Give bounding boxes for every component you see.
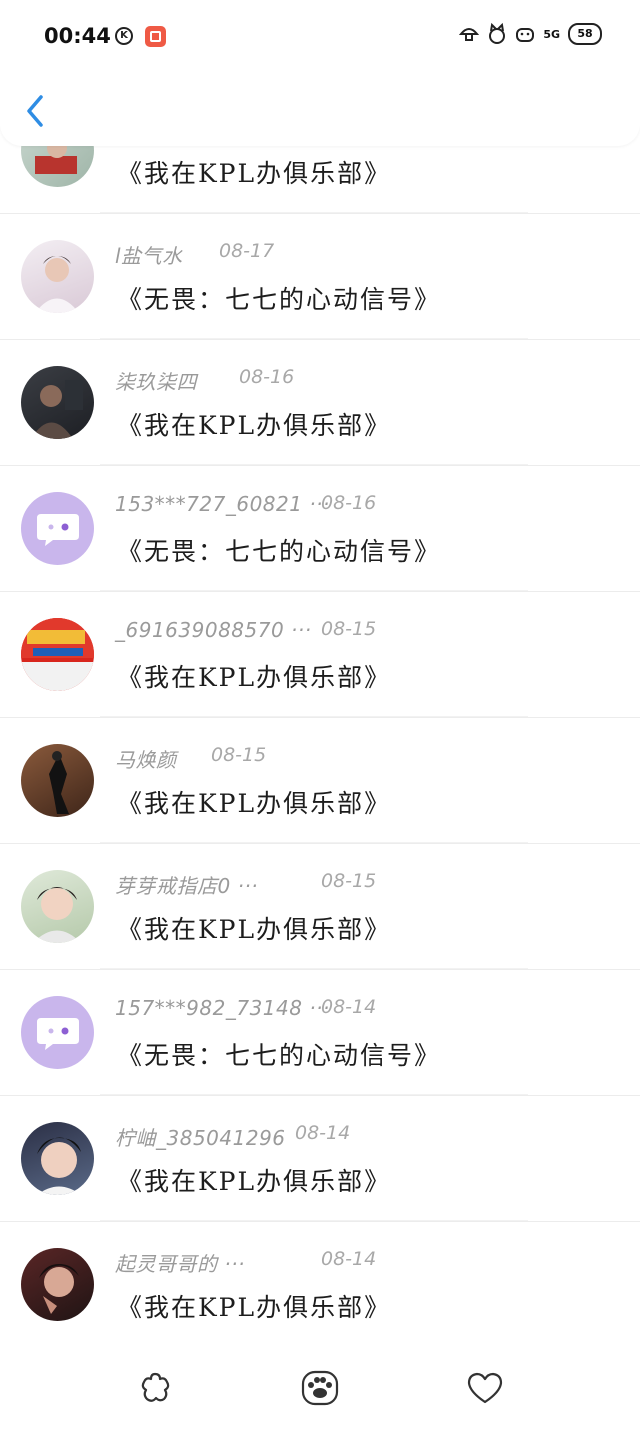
list-item[interactable]: _691639088570 ··· 08-15 《我在KPL办俱乐部》 (0, 592, 640, 718)
row-author: l盐气水 (115, 244, 183, 268)
row-date: 08-14 (321, 1248, 377, 1270)
row-author: 157***982_73148 ··· (115, 996, 330, 1020)
bottom-nav (0, 1346, 640, 1429)
chevron-left-icon (27, 95, 43, 127)
app-notification-icon (145, 26, 166, 47)
row-title: 《我在KPL办俱乐部》 (117, 1293, 392, 1322)
row-author: _691639088570 ··· (115, 618, 312, 642)
row-author: 柒玖柒四 (115, 370, 197, 394)
list-item[interactable]: 157***982_73148 ··· 08-14 《无畏：七七的心动信号》 (0, 970, 640, 1096)
default-avatar (21, 996, 94, 1069)
row-title: 《无畏：七七的心动信号》 (117, 1041, 442, 1070)
back-button[interactable] (20, 92, 50, 130)
list-item[interactable]: 柠岫_385041296 08-14 《我在KPL办俱乐部》 (0, 1096, 640, 1222)
row-meta: l盐气水 08-17 (115, 240, 555, 270)
row-meta: 153***727_60821 ··· 08-16 (115, 492, 555, 522)
avatar (21, 870, 94, 943)
flower-icon (141, 1372, 169, 1402)
nav-heart[interactable] (465, 1368, 505, 1408)
row-title: 《我在KPL办俱乐部》 (117, 789, 392, 818)
row-title: 《我在KPL办俱乐部》 (117, 411, 392, 440)
default-avatar (21, 492, 94, 565)
paw-icon (301, 1370, 339, 1405)
list-item[interactable]: 马焕颜 08-15 《我在KPL办俱乐部》 (0, 718, 640, 844)
top-header: 00:44 K 5G 58 (0, 0, 640, 146)
avatar (21, 366, 94, 439)
battery-indicator: 58 (568, 23, 602, 45)
row-author: 153***727_60821 ··· (115, 492, 330, 516)
chat-bubble-icon (36, 513, 79, 546)
status-time: 00:44 (44, 24, 111, 48)
system-icons: 5G 58 (459, 22, 602, 46)
avatar (21, 618, 94, 691)
row-title: 《无畏：七七的心动信号》 (117, 285, 442, 314)
mushroom-icon (459, 22, 480, 46)
row-title: 《无畏：七七的心动信号》 (117, 537, 442, 566)
list-item[interactable]: 柒玖柒四 08-16 《我在KPL办俱乐部》 (0, 340, 640, 466)
row-date: 08-15 (321, 618, 377, 640)
row-author: 芽芽戒指店0 ··· (115, 874, 259, 898)
nav-paw[interactable] (300, 1368, 340, 1408)
row-date: 08-15 (211, 744, 267, 766)
row-meta: 芽芽戒指店0 ··· 08-15 (115, 870, 555, 900)
row-date: 08-16 (239, 366, 295, 388)
row-title: 《我在KPL办俱乐部》 (117, 915, 392, 944)
row-date: 08-14 (295, 1122, 351, 1144)
row-date: 08-17 (219, 240, 275, 262)
avatar (21, 744, 94, 817)
avatar (21, 1122, 94, 1195)
row-meta: 柠岫_385041296 08-14 (115, 1122, 555, 1152)
k-app-icon: K (115, 27, 133, 45)
status-bar: 00:44 K 5G 58 (0, 0, 640, 74)
row-author: 马焕颜 (115, 748, 177, 772)
row-date: 08-14 (321, 996, 377, 1018)
list-item[interactable]: 芽芽戒指店0 ··· 08-15 《我在KPL办俱乐部》 (0, 844, 640, 970)
list-item[interactable]: l盐气水 08-17 《无畏：七七的心动信号》 (0, 214, 640, 340)
row-date: 08-16 (321, 492, 377, 514)
row-title: 《我在KPL办俱乐部》 (117, 159, 392, 188)
nav-flower[interactable] (135, 1368, 175, 1408)
row-meta: 157***982_73148 ··· 08-14 (115, 996, 555, 1026)
row-meta: 起灵哥哥的 ··· 08-14 (115, 1248, 555, 1278)
row-title: 《我在KPL办俱乐部》 (117, 663, 392, 692)
cat-icon (487, 22, 507, 46)
reader-list: 《我在KPL办俱乐部》 l盐气水 08-17 《无畏：七七的心动信号》 柒玖柒四… (0, 88, 640, 1348)
row-meta: 柒玖柒四 08-16 (115, 366, 555, 396)
chat-bubble-icon (36, 1017, 79, 1050)
heart-icon (468, 1372, 503, 1403)
avatar (21, 1248, 94, 1321)
row-author: 柠岫_385041296 (115, 1126, 286, 1150)
row-meta: 马焕颜 08-15 (115, 744, 555, 774)
bear-icon (515, 22, 535, 46)
list-item[interactable]: 起灵哥哥的 ··· 08-14 《我在KPL办俱乐部》 (0, 1222, 640, 1348)
network-label: 5G (543, 27, 560, 41)
row-date: 08-15 (321, 870, 377, 892)
row-meta: _691639088570 ··· 08-15 (115, 618, 555, 648)
row-author: 起灵哥哥的 ··· (115, 1252, 245, 1276)
avatar (21, 240, 94, 313)
list-item[interactable]: 153***727_60821 ··· 08-16 《无畏：七七的心动信号》 (0, 466, 640, 592)
row-title: 《我在KPL办俱乐部》 (117, 1167, 392, 1196)
